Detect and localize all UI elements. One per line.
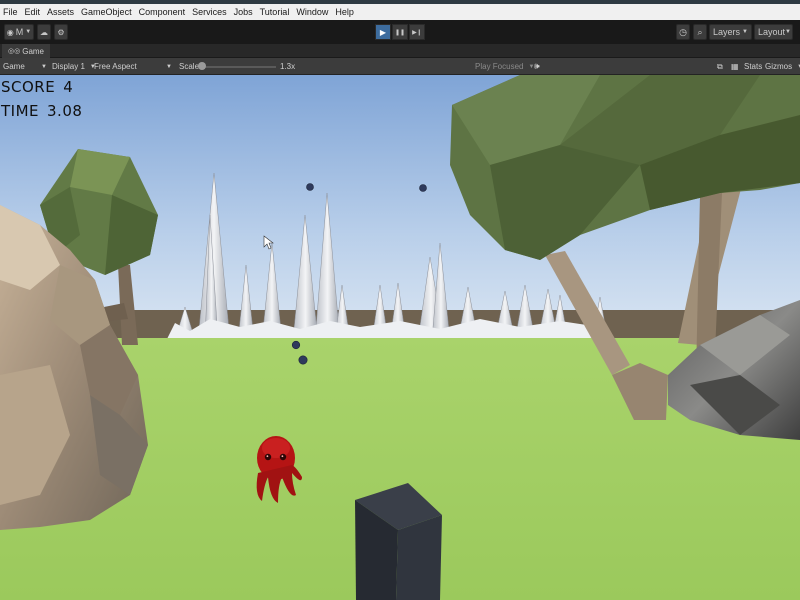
chevron-down-icon: ▼ [166, 63, 172, 70]
collab-icon: ⚙ [57, 27, 65, 37]
audio-mute-button[interactable]: 🕪 [534, 61, 540, 72]
tab-game[interactable]: ◎◎ Game [2, 44, 51, 58]
play-focused-label: Play Focused [475, 62, 524, 71]
menu-jobs[interactable]: Jobs [234, 7, 253, 17]
step-button[interactable]: ▶❙ [409, 24, 425, 40]
stats-button[interactable]: Stats [744, 61, 762, 72]
game-scene [0, 75, 800, 600]
gamepad-icon: ◎◎ [8, 48, 21, 55]
tab-game-label: Game [22, 46, 45, 56]
layers-dropdown[interactable]: Layers ▼ [709, 24, 752, 40]
gizmos-dropdown[interactable]: Gizmos ▼ [765, 61, 800, 72]
main-toolbar: ◉ M ▼ ☁ ⚙ ▶ ❚❚ ▶❙ ◷ ⌕ Layers ▼ Layout ▼ [0, 20, 800, 44]
gizmos-label: Gizmos [765, 62, 793, 71]
scale-slider-handle[interactable] [198, 62, 206, 70]
play-controls: ▶ ❚❚ ▶❙ [375, 24, 426, 40]
layers-label: Layers [713, 27, 741, 37]
menu-assets[interactable]: Assets [47, 7, 74, 17]
pause-button[interactable]: ❚❚ [392, 24, 408, 40]
chevron-down-icon: ▼ [785, 29, 791, 35]
layout-label: Layout [758, 27, 786, 37]
menu-edit[interactable]: Edit [25, 7, 41, 17]
chevron-down-icon: ▼ [25, 29, 32, 35]
time-value: 3.08 [47, 102, 83, 120]
play-button[interactable]: ▶ [375, 24, 391, 40]
history-icon: ◷ [679, 26, 687, 37]
cloud-button[interactable]: ☁ [37, 24, 51, 40]
collab-button[interactable]: ⚙ [54, 24, 68, 40]
scale-value: 1.3x [280, 62, 296, 71]
menu-file[interactable]: File [3, 7, 18, 17]
vsync-button[interactable]: ⧉ [717, 61, 723, 72]
scale-slider-track[interactable] [202, 66, 276, 68]
layout-dropdown[interactable]: Layout ▼ [754, 24, 793, 40]
frame-icon: ⧉ [717, 61, 723, 71]
chevron-down-icon: ▼ [742, 29, 748, 35]
hud-time: TIME 3.08 [1, 102, 82, 120]
chevron-down-icon: ▼ [41, 63, 47, 70]
account-icon: ◉ [6, 27, 14, 37]
aspect-label: Free Aspect [94, 62, 137, 71]
search-icon: ⌕ [697, 26, 703, 37]
scale-label: Scale [179, 62, 200, 71]
play-focused-dropdown[interactable]: Play Focused ▼ [475, 61, 534, 72]
menu-services[interactable]: Services [192, 7, 227, 17]
menu-window[interactable]: Window [296, 7, 328, 17]
score-label: SCORE [1, 78, 56, 96]
account-label: M [15, 27, 24, 37]
menu-component[interactable]: Component [139, 7, 186, 17]
window-tab-bar: ◎◎ Game [0, 44, 800, 58]
pause-icon: ❚❚ [394, 29, 406, 36]
game-viewport[interactable]: SCORE 4 TIME 3.08 [0, 75, 800, 600]
score-value: 4 [63, 78, 74, 96]
grid-icon: ▦ [731, 62, 739, 71]
menu-bar: File Edit Assets GameObject Component Se… [0, 4, 800, 20]
undo-history-button[interactable]: ◷ [676, 24, 690, 40]
display-label: Display 1 [52, 62, 85, 71]
menu-help[interactable]: Help [335, 7, 354, 17]
mode-label: Game [3, 62, 25, 71]
speaker-icon: 🕪 [534, 61, 540, 71]
mode-dropdown[interactable]: Game ▼ [3, 61, 47, 72]
menu-gameobject[interactable]: GameObject [81, 7, 132, 17]
step-icon: ▶❙ [412, 29, 422, 36]
play-icon: ▶ [379, 27, 387, 37]
hud-score: SCORE 4 [1, 78, 73, 96]
game-view-toolbar: Game ▼ Display 1 ▼ Free Aspect ▼ Scale 1… [0, 58, 800, 75]
aspect-dropdown[interactable]: Free Aspect ▼ [94, 61, 172, 72]
time-label: TIME [1, 102, 40, 120]
menu-tutorial[interactable]: Tutorial [260, 7, 290, 17]
mute-audio-button[interactable]: ▦ [731, 61, 739, 72]
account-button[interactable]: ◉ M ▼ [4, 24, 34, 40]
search-button[interactable]: ⌕ [693, 24, 707, 40]
display-dropdown[interactable]: Display 1 ▼ [52, 61, 96, 72]
cloud-icon: ☁ [40, 27, 48, 37]
